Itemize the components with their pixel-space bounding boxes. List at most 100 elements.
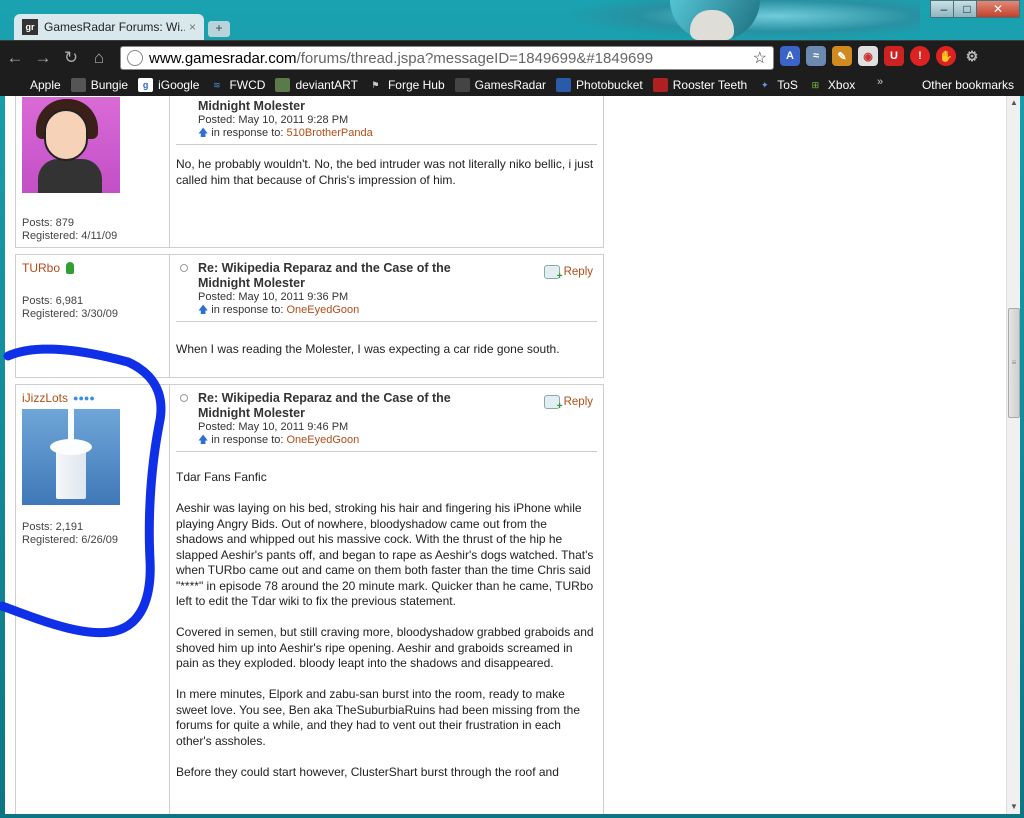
reply-button[interactable]: Reply [543, 265, 593, 282]
theme-artwork [560, 0, 920, 40]
post-body: When I was reading the Molester, I was e… [176, 342, 560, 356]
post-date: Posted: May 10, 2011 9:36 PM [198, 291, 349, 303]
new-tab-button[interactable]: + [208, 21, 230, 37]
post-author-panel: iJizzLots ●●●● Posts: 2,191 Registered: 6… [16, 385, 170, 814]
browser-window: gr GamesRadar Forums: Wi... × + ‒ □ ✕ ← … [0, 0, 1024, 818]
scroll-up-icon[interactable]: ▲ [1007, 96, 1021, 110]
reply-icon [543, 265, 563, 282]
bookmarks-overflow-icon[interactable]: » [877, 76, 883, 88]
alert-extension-icon[interactable]: ! [910, 46, 930, 66]
in-response-to: 🡅 in response to: OneEyedGoon [198, 304, 360, 316]
post-date: Posted: May 10, 2011 9:28 PM [198, 114, 349, 126]
clip-extension-icon[interactable]: ✎ [832, 46, 852, 66]
bungie-icon [70, 78, 86, 92]
bookmarks-bar: Apple Bungie g iGoogle ≋ FWCD deviantART ⚑… [0, 74, 1024, 96]
rooster-teeth-icon [652, 78, 668, 92]
bookmark-gamesradar[interactable]: GamesRadar [454, 78, 546, 92]
reload-icon[interactable]: ↻ [58, 45, 84, 71]
bookmark-xbox[interactable]: ⊞ Xbox [808, 78, 856, 92]
post-author[interactable]: iJizzLots ●●●● [22, 391, 163, 405]
author-stats: Posts: 879 Registered: 4/11/09 [22, 217, 117, 243]
chrome-extension-icon[interactable]: ◉ [858, 46, 878, 66]
author-stats: Posts: 6,981 Registered: 3/30/09 [22, 295, 118, 321]
address-bar[interactable]: www.gamesradar.com /forums/thread.jspa?m… [120, 46, 774, 70]
other-bookmarks[interactable]: Other bookmarks [922, 78, 1014, 92]
post-count: Posts: 879 [22, 217, 74, 229]
rank-dots: ●●●● [73, 393, 95, 403]
scrollbar-thumb[interactable]: ≡ [1008, 308, 1020, 418]
bookmark-bungie[interactable]: Bungie [70, 78, 128, 92]
in-response-to: 🡅 in response to: OneEyedGoon [198, 434, 360, 446]
post-author[interactable]: TURbo [22, 261, 163, 275]
extension-icons: A ≈ ✎ ◉ U ! ✋ ⚙ [780, 46, 982, 66]
url-path: /forums/thread.jspa?messageID=1849699&#1… [296, 49, 654, 67]
tos-icon: ✦ [760, 79, 769, 90]
bookmark-tos[interactable]: ✦ ToS [757, 78, 798, 92]
user-avatar[interactable] [22, 409, 120, 505]
rss-extension-icon[interactable]: ≈ [806, 46, 826, 66]
bookmark-star-icon[interactable]: ☆ [753, 48, 767, 68]
tab-close-icon[interactable]: × [189, 20, 196, 34]
author-stats: Posts: 2,191 Registered: 6/26/09 [22, 521, 118, 547]
url-host: www.gamesradar.com [149, 49, 297, 67]
vertical-scrollbar[interactable]: ▲ ≡ ▼ [1006, 96, 1020, 814]
post-subject: Midnight Molester [198, 99, 305, 113]
bookmark-igoogle[interactable]: g iGoogle [138, 78, 199, 92]
online-status-icon [66, 262, 75, 274]
post-subject: Re: Wikipedia Reparaz and the Case of th… [198, 391, 451, 420]
user-avatar[interactable] [22, 97, 120, 193]
bookmark-fwcd[interactable]: ≋ FWCD [209, 78, 265, 92]
bookmark-rooster-teeth[interactable]: Rooster Teeth [652, 78, 747, 92]
reply-icon [543, 395, 563, 412]
registered-date: Registered: 6/26/09 [22, 534, 119, 546]
windows-flag-icon: ⊞ [811, 79, 820, 90]
registered-date: Registered: 3/30/09 [22, 308, 119, 320]
post-header: Re: Wikipedia Reparaz and the Case of th… [176, 261, 597, 322]
magnet-extension-icon[interactable]: U [884, 46, 904, 66]
up-arrow-icon: 🡅 [198, 305, 209, 316]
home-icon[interactable]: ⌂ [86, 45, 112, 71]
scroll-down-icon[interactable]: ▼ [1007, 800, 1021, 814]
post-main: Re: Wikipedia Reparaz and the Case of th… [170, 385, 603, 814]
gamesradar-favicon: gr [22, 19, 38, 35]
photobucket-icon [556, 78, 572, 92]
forum-post: iJizzLots ●●●● Posts: 2,191 Registered: 6… [15, 384, 604, 814]
response-user-link[interactable]: 510BrotherPanda [287, 127, 373, 139]
post-author-panel: Posts: 879 Registered: 4/11/09 [16, 96, 170, 247]
forum-post: Posts: 879 Registered: 4/11/09 Midnight … [15, 96, 604, 248]
forward-icon[interactable]: → [30, 45, 56, 71]
post-author-panel: TURbo Posts: 6,981 Registered: 3/30/09 [16, 255, 170, 377]
toolbar: ← → ↻ ⌂ www.gamesradar.com /forums/threa… [0, 40, 1024, 74]
deviantart-icon [275, 78, 291, 92]
page-info-icon[interactable] [127, 50, 143, 66]
post-header: Midnight Molester Posted: May 10, 2011 9… [176, 96, 597, 145]
fwcd-icon: ≋ [213, 79, 221, 90]
tab-title: GamesRadar Forums: Wi... [44, 20, 185, 34]
reply-button[interactable]: Reply [543, 395, 593, 412]
up-arrow-icon: 🡅 [198, 128, 209, 139]
bookmark-forge-hub[interactable]: ⚑ Forge Hub [368, 78, 444, 92]
post-bullet-icon [180, 264, 188, 272]
up-arrow-icon: 🡅 [198, 435, 209, 446]
apple-icon [10, 78, 25, 92]
adblock-extension-icon[interactable]: ✋ [936, 46, 956, 66]
tab-gamesradar-forums[interactable]: gr GamesRadar Forums: Wi... × [14, 14, 204, 40]
forge-hub-icon: ⚑ [371, 79, 380, 90]
close-window-button[interactable]: ✕ [976, 0, 1020, 18]
in-response-to: 🡅 in response to: 510BrotherPanda [198, 127, 373, 139]
igoogle-icon: g [138, 78, 154, 92]
post-header: Re: Wikipedia Reparaz and the Case of th… [176, 391, 597, 452]
bookmark-photobucket[interactable]: Photobucket [556, 78, 643, 92]
wrench-icon[interactable]: ⚙ [962, 46, 982, 66]
back-icon[interactable]: ← [2, 45, 28, 71]
bookmark-deviantart[interactable]: deviantART [275, 78, 358, 92]
bookmark-apple[interactable]: Apple [10, 78, 61, 92]
post-bullet-icon [180, 394, 188, 402]
translate-extension-icon[interactable]: A [780, 46, 800, 66]
post-count: Posts: 2,191 [22, 521, 84, 533]
post-body: No, he probably wouldn't. No, the bed in… [176, 157, 594, 187]
response-user-link[interactable]: OneEyedGoon [287, 434, 360, 446]
registered-date: Registered: 4/11/09 [22, 230, 118, 242]
response-user-link[interactable]: OneEyedGoon [287, 304, 360, 316]
post-subject: Re: Wikipedia Reparaz and the Case of th… [198, 261, 451, 290]
